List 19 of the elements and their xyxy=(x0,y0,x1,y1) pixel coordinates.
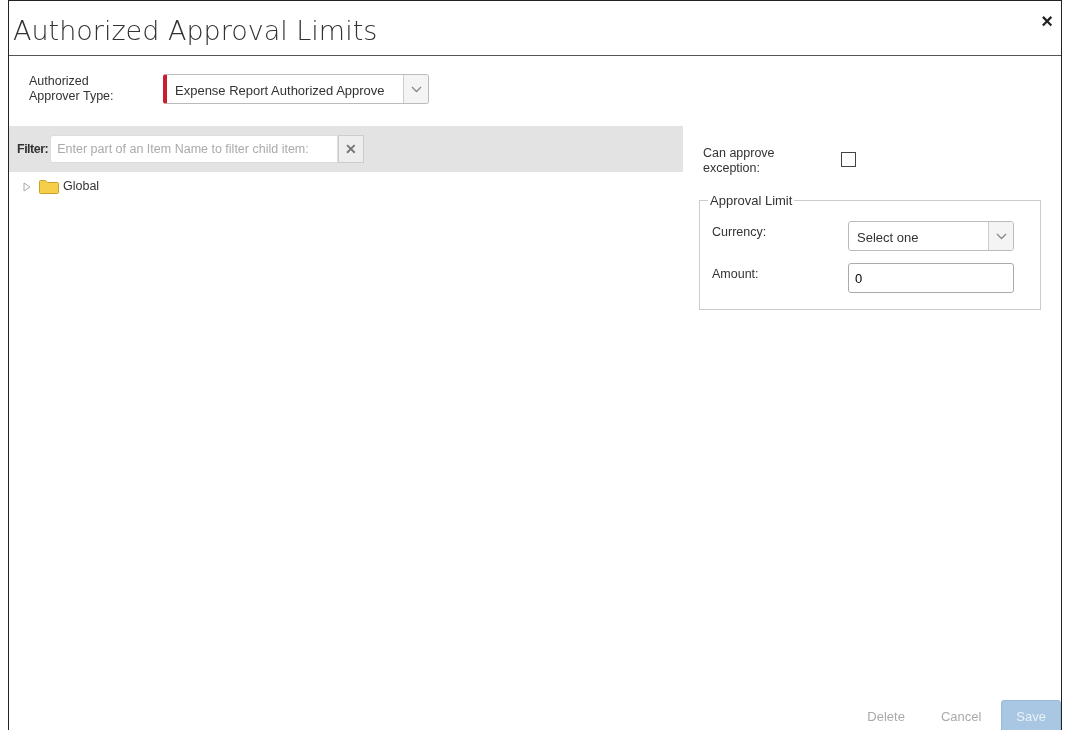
tree-item[interactable]: Global xyxy=(63,179,100,195)
field-label: Currency: xyxy=(712,224,768,241)
approver-type-select[interactable]: Expense Report Authorized Approve xyxy=(163,74,429,105)
field-label: Authorized Approver Type: xyxy=(29,74,115,105)
expand-toggle[interactable] xyxy=(23,181,31,192)
checkbox-label: Can approve exception: xyxy=(703,146,776,177)
caret-icon xyxy=(995,232,1007,240)
filter-field[interactable]: Enter part of an Item Name to filter child item: xyxy=(50,135,339,164)
amount-field[interactable]: 0 xyxy=(848,263,1014,294)
field-label: Amount: xyxy=(712,266,760,283)
filter-label: Filter: xyxy=(17,141,49,157)
caret-icon xyxy=(410,85,422,93)
folder-icon xyxy=(39,179,59,195)
checkbox[interactable] xyxy=(841,152,856,168)
close-button[interactable]: × xyxy=(1033,11,1061,31)
clear-filter-button[interactable]: ✕ xyxy=(338,135,365,164)
dialog-title: Authorized Approval Limits xyxy=(13,15,378,48)
currency-select[interactable]: Select one xyxy=(848,221,1014,252)
panel-legend: Approval Limit xyxy=(708,194,795,208)
